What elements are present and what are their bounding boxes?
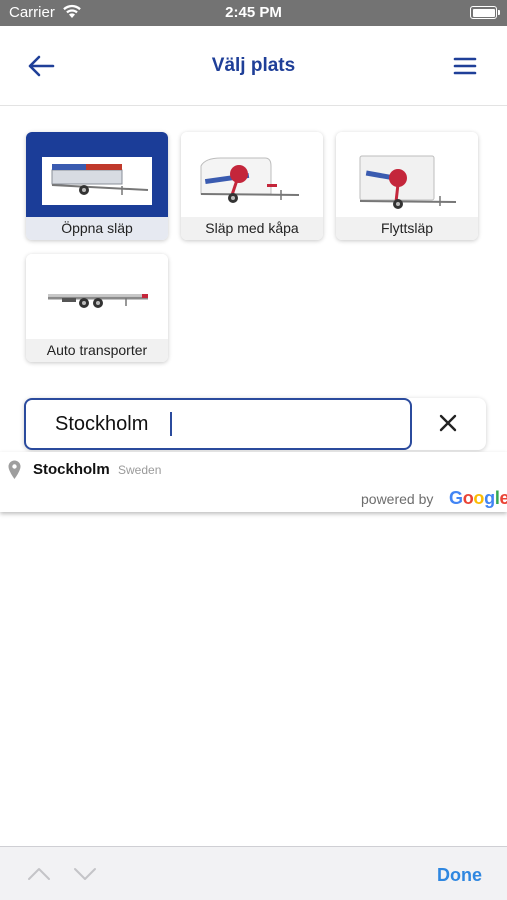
trailer-card-car-transporter[interactable]: Auto transporter (26, 254, 168, 362)
trailer-card-open[interactable]: Öppna släp (26, 132, 168, 240)
trailer-open-image (26, 132, 168, 217)
keyboard-accessory-bar: Done (0, 846, 507, 900)
done-button[interactable]: Done (437, 865, 482, 886)
status-time: 2:45 PM (225, 4, 282, 21)
powered-by-label: powered by (361, 491, 434, 507)
trailer-card-label: Öppna släp (26, 217, 168, 240)
chevron-up-icon[interactable] (27, 866, 51, 882)
search-bar (24, 398, 486, 450)
text-caret (170, 412, 172, 436)
close-icon[interactable] (428, 410, 468, 438)
suggestions-list: Stockholm Sweden powered by Google (0, 452, 507, 512)
hamburger-menu-icon[interactable] (453, 55, 477, 77)
trailer-card-moving[interactable]: Flyttsläp (336, 132, 478, 240)
location-pin-icon (8, 460, 21, 479)
nav-bar: Välj plats (0, 26, 507, 106)
trailer-card-label: Flyttsläp (336, 217, 478, 240)
chevron-down-icon[interactable] (73, 866, 97, 882)
battery-icon (470, 6, 500, 19)
screen: Carrier 2:45 PM Välj plats Öppna släp Sl… (0, 0, 507, 900)
suggestion-main-text: Stockholm (33, 461, 110, 478)
trailer-moving-image (336, 132, 478, 217)
trailer-covered-image (181, 132, 323, 217)
trailer-card-label: Auto transporter (26, 339, 168, 362)
status-bar: Carrier 2:45 PM (0, 0, 507, 26)
page-title: Välj plats (211, 55, 296, 76)
trailer-card-label: Släp med kåpa (181, 217, 323, 240)
trailer-car-transporter-image (26, 254, 168, 339)
suggestion-secondary-text: Sweden (118, 463, 162, 477)
search-input[interactable] (24, 398, 412, 450)
google-logo: Google (449, 488, 507, 508)
trailer-card-covered[interactable]: Släp med kåpa (181, 132, 323, 240)
